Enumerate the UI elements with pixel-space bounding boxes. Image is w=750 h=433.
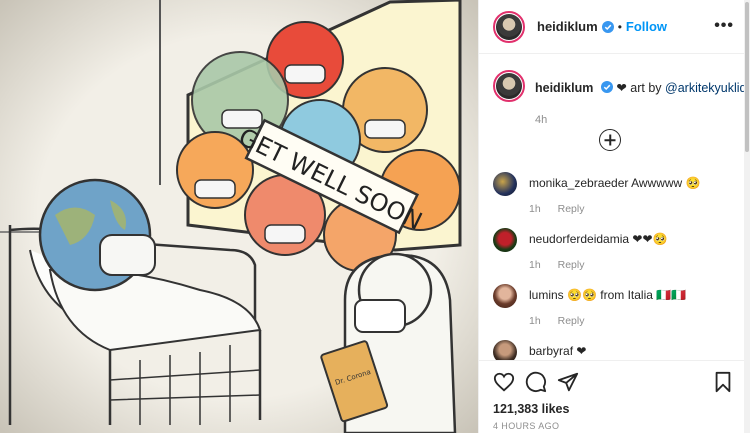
- save-bookmark-icon[interactable]: [713, 371, 733, 393]
- comments-list[interactable]: heidiklum ❤ art by @arkitekyuklid 4h mon…: [479, 54, 750, 360]
- post-header: heidiklum • Follow •••: [479, 0, 750, 54]
- page-scrollbar[interactable]: [744, 0, 750, 433]
- post-timestamp: 4 HOURS AGO: [493, 421, 560, 431]
- instagram-post: GET WELL SOON Dr. Corona heidiklum • Fol…: [0, 0, 750, 433]
- comment-text: barbyraf ❤: [529, 344, 586, 358]
- comment-body: 🥺🥺 from Italia 🇮🇹🇮🇹: [567, 288, 687, 302]
- caption-heart: ❤: [616, 81, 627, 95]
- reply-button[interactable]: Reply: [558, 203, 585, 215]
- follow-button[interactable]: Follow: [626, 19, 667, 34]
- caption-mention-link[interactable]: @arkitekyuklid: [665, 81, 746, 95]
- comment-text: monika_zebraeder Awwwww 🥺: [529, 176, 700, 190]
- author-username[interactable]: heidiklum: [537, 19, 598, 34]
- author-avatar[interactable]: [493, 10, 525, 43]
- caption-prefix: art by: [630, 81, 662, 95]
- comment-text: neudorferdeidamia ❤❤🥺: [529, 232, 667, 246]
- verified-badge-icon: [600, 81, 613, 93]
- verified-badge-icon: [601, 20, 614, 33]
- caption-text: heidiklum ❤ art by @arkitekyuklid: [535, 80, 747, 95]
- comment-body: ❤❤🥺: [632, 232, 668, 246]
- comment-username[interactable]: lumins: [529, 288, 564, 302]
- comment-text: lumins 🥺🥺 from Italia 🇮🇹🇮🇹: [529, 288, 686, 302]
- comment-username[interactable]: monika_zebraeder: [529, 176, 628, 190]
- more-options-icon[interactable]: •••: [714, 17, 734, 35]
- commenter-avatar[interactable]: [493, 228, 517, 252]
- caption-avatar[interactable]: [493, 70, 525, 102]
- comment-body: ❤: [576, 344, 587, 358]
- comment-username[interactable]: barbyraf: [529, 344, 573, 358]
- comment-bubble-icon[interactable]: [525, 371, 547, 393]
- reply-button[interactable]: Reply: [558, 259, 585, 271]
- reply-button[interactable]: Reply: [558, 315, 585, 327]
- comment-meta: 1h Reply: [529, 259, 584, 271]
- header-separator: •: [617, 19, 622, 34]
- commenter-avatar[interactable]: [493, 284, 517, 308]
- comment-meta: 1h Reply: [529, 203, 584, 215]
- share-paper-plane-icon[interactable]: [557, 371, 579, 393]
- commenter-avatar[interactable]: [493, 172, 517, 196]
- scrollbar-thumb[interactable]: [745, 2, 749, 152]
- comment-time: 1h: [529, 203, 541, 215]
- post-sidebar: heidiklum • Follow ••• heidiklum ❤ art b…: [478, 0, 750, 433]
- commenter-avatar[interactable]: [493, 340, 517, 360]
- post-image[interactable]: GET WELL SOON Dr. Corona: [0, 0, 478, 433]
- like-count[interactable]: 121,383 likes: [493, 402, 569, 416]
- comment-meta: 1h Reply: [529, 315, 584, 327]
- comment-body: Awwwww 🥺: [631, 176, 701, 190]
- comment-time: 1h: [529, 259, 541, 271]
- comment-username[interactable]: neudorferdeidamia: [529, 232, 629, 246]
- comment-time: 1h: [529, 315, 541, 327]
- caption-time: 4h: [535, 114, 548, 126]
- action-icons: [493, 371, 737, 395]
- like-heart-icon[interactable]: [493, 371, 515, 393]
- load-more-comments-icon[interactable]: [599, 129, 621, 151]
- post-actions: 121,383 likes 4 HOURS AGO: [479, 360, 750, 433]
- caption-username[interactable]: heidiklum: [535, 81, 593, 95]
- get-well-soon-illustration: GET WELL SOON Dr. Corona: [0, 0, 478, 433]
